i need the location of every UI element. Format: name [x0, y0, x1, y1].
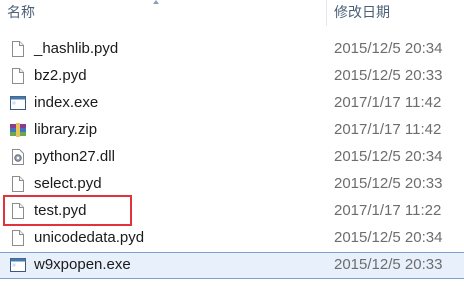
file-date: 2015/12/5 20:33	[334, 67, 443, 84]
file-name: w9xpopen.exe	[34, 256, 131, 273]
file-name: select.pyd	[34, 175, 102, 192]
file-date: 2015/12/5 20:33	[334, 256, 443, 273]
dll-gear-icon	[9, 148, 27, 166]
file-date: 2017/1/17 11:42	[334, 94, 442, 111]
file-date: 2015/12/5 20:34	[334, 229, 443, 246]
file-date: 2017/1/17 11:42	[334, 121, 442, 138]
file-name: library.zip	[34, 121, 98, 138]
file-row[interactable]: _hashlib.pyd 2015/12/5 20:34	[0, 36, 464, 63]
file-name: bz2.pyd	[34, 67, 87, 84]
sort-arrow-icon	[153, 0, 159, 4]
file-row-selected[interactable]: w9xpopen.exe 2015/12/5 20:33	[0, 252, 464, 279]
exe-window-icon	[9, 256, 27, 274]
zip-archive-icon	[9, 121, 27, 139]
document-icon	[9, 67, 27, 85]
document-icon	[9, 40, 27, 58]
file-row[interactable]: index.exe 2017/1/17 11:42	[0, 90, 464, 117]
file-row[interactable]: bz2.pyd 2015/12/5 20:33	[0, 63, 464, 90]
file-row[interactable]: python27.dll 2015/12/5 20:34	[0, 144, 464, 171]
file-row[interactable]: library.zip 2017/1/17 11:42	[0, 117, 464, 144]
file-row[interactable]: select.pyd 2015/12/5 20:33	[0, 171, 464, 198]
red-highlight-box	[3, 195, 132, 226]
column-header-bar: 名称 修改日期	[0, 0, 464, 26]
file-date: 2015/12/5 20:34	[334, 148, 443, 165]
document-icon	[9, 175, 27, 193]
file-date: 2015/12/5 20:33	[334, 175, 443, 192]
file-name: _hashlib.pyd	[34, 40, 119, 57]
file-date: 2015/12/5 20:34	[334, 40, 443, 57]
file-name: unicodedata.pyd	[34, 229, 145, 246]
file-date: 2017/1/17 11:22	[334, 202, 442, 219]
column-header-name[interactable]: 名称	[7, 3, 35, 21]
column-divider[interactable]	[326, 0, 327, 26]
file-name: index.exe	[34, 94, 99, 111]
document-icon	[9, 229, 27, 247]
file-row[interactable]: unicodedata.pyd 2015/12/5 20:34	[0, 225, 464, 252]
file-name: python27.dll	[34, 148, 115, 165]
column-header-date-modified[interactable]: 修改日期	[334, 3, 390, 21]
exe-window-icon	[9, 94, 27, 112]
